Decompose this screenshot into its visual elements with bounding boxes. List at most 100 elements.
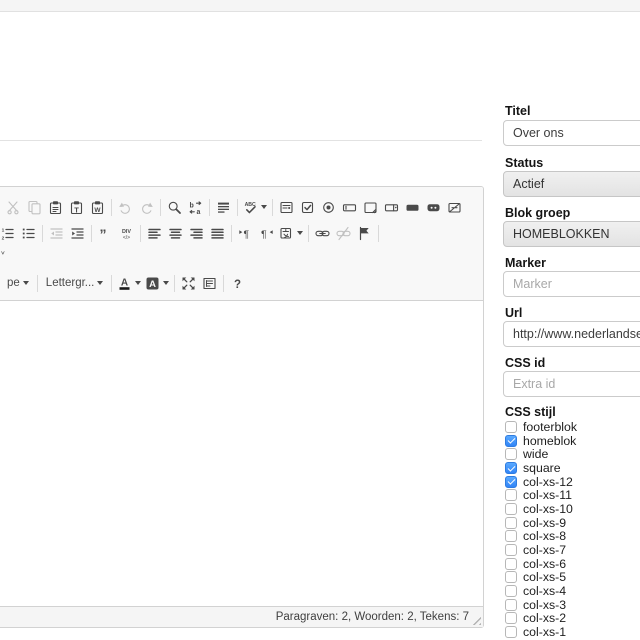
status-select[interactable]: Actief [503,171,640,197]
checkbox-unchecked[interactable] [505,517,517,529]
blok-groep-select[interactable]: HOMEBLOKKEN [503,221,640,247]
resize-handle[interactable] [471,615,481,625]
align-right-button[interactable] [186,222,207,244]
checkbox-unchecked[interactable] [505,571,517,583]
checkbox-checked[interactable] [505,476,517,488]
spellcheck-button[interactable]: ABC [241,196,269,218]
editor-content[interactable] [0,301,483,606]
bidi-ltr-button[interactable]: ¶ [235,222,256,244]
div-container-button[interactable]: DIV</> [116,222,137,244]
chevron-down-icon [23,281,29,285]
css-stijl-option-col-xs-8[interactable]: col-xs-8 [505,530,640,544]
textarea-button[interactable] [360,196,381,218]
toolbar-separator [231,225,232,242]
anchor-button[interactable] [354,222,375,244]
link-icon [315,226,330,241]
align-justify-button[interactable] [207,222,228,244]
css-stijl-option-col-xs-5[interactable]: col-xs-5 [505,571,640,585]
font-combo[interactable]: pe [2,275,34,291]
find-button[interactable] [164,196,185,218]
status-select-value: Actief [513,177,544,191]
text-color-button[interactable]: A [115,272,143,294]
css-stijl-option-col-xs-2[interactable]: col-xs-2 [505,612,640,626]
image-button-icon [426,200,441,215]
url-label: Url [505,306,522,320]
checkbox-unchecked[interactable] [505,585,517,597]
css-stijl-option-col-xs-1[interactable]: col-xs-1 [505,625,640,639]
css-stijl-option-col-xs-6[interactable]: col-xs-6 [505,557,640,571]
css-stijl-option-col-xs-11[interactable]: col-xs-11 [505,488,640,502]
blockquote-button[interactable]: ” [95,222,116,244]
marker-input[interactable] [503,271,640,297]
checkbox-unchecked[interactable] [505,489,517,501]
checkbox-unchecked[interactable] [505,421,517,433]
page: { "editor": { "toolbar": { "rows": [ {"i… [0,0,640,640]
undo-icon [118,200,133,215]
toolbar-separator [111,275,112,292]
paste-text-button[interactable]: T [66,196,87,218]
button-button[interactable] [402,196,423,218]
css-stijl-option-col-xs-12[interactable]: col-xs-12 [505,475,640,489]
align-left-button[interactable] [144,222,165,244]
css-stijl-option-col-xs-7[interactable]: col-xs-7 [505,543,640,557]
checkbox-unchecked[interactable] [505,599,517,611]
css-id-label: CSS id [505,356,545,370]
css-stijl-option-square[interactable]: square [505,461,640,475]
checkbox-unchecked[interactable] [505,544,517,556]
align-center-button[interactable] [165,222,186,244]
panel-divider [0,140,482,141]
checkbox-button[interactable] [297,196,318,218]
paste-button[interactable] [45,196,66,218]
replace-button[interactable]: ba [185,196,206,218]
titel-input[interactable] [503,120,640,146]
url-input[interactable] [503,321,640,347]
css-id-input[interactable] [503,371,640,397]
maximize-button[interactable] [178,272,199,294]
checkbox-unchecked[interactable] [505,626,517,638]
link-button[interactable] [312,222,333,244]
undo-button [115,196,136,218]
select-field-button[interactable] [381,196,402,218]
bidi-ltr-icon: ¶ [238,226,253,241]
css-stijl-option-col-xs-4[interactable]: col-xs-4 [505,584,640,598]
bg-color-button[interactable]: A [143,272,171,294]
checkbox-unchecked[interactable] [505,530,517,542]
checkbox-unchecked[interactable] [505,448,517,460]
text-field-button[interactable] [339,196,360,218]
checkbox-unchecked[interactable] [505,612,517,624]
css-stijl-option-col-xs-9[interactable]: col-xs-9 [505,516,640,530]
checkbox-checked[interactable] [505,435,517,447]
paste-word-button[interactable]: W [87,196,108,218]
checkbox-unchecked[interactable] [505,503,517,515]
toolbar-separator [140,225,141,242]
css-stijl-option-wide[interactable]: wide [505,447,640,461]
paste-word-icon: W [90,200,105,215]
css-stijl-option-homeblok[interactable]: homeblok [505,434,640,448]
indent-button[interactable] [67,222,88,244]
numbered-list-button[interactable]: 12 [0,222,18,244]
radio-button[interactable] [318,196,339,218]
hidden-field-button[interactable] [444,196,465,218]
css-stijl-option-col-xs-3[interactable]: col-xs-3 [505,598,640,612]
show-blocks-button[interactable] [199,272,220,294]
css-stijl-option-footerblok[interactable]: footerblok [505,420,640,434]
checkbox-checked[interactable] [505,462,517,474]
bg-color-icon: A [145,276,160,291]
css-stijl-option-col-xs-10[interactable]: col-xs-10 [505,502,640,516]
image-button-button[interactable] [423,196,444,218]
bulleted-list-button[interactable] [18,222,39,244]
about-button[interactable]: ? [227,272,248,294]
bulleted-list-icon [21,226,36,241]
checkbox-icon [300,200,315,215]
form-button[interactable] [276,196,297,218]
status-label: Status [505,156,543,170]
language-button[interactable] [277,222,305,244]
bidi-rtl-button[interactable]: ¶ [256,222,277,244]
select-all-button[interactable] [213,196,234,218]
select-all-icon [216,200,231,215]
checkbox-unchecked[interactable] [505,558,517,570]
toolbar-separator [209,199,210,216]
toolbar-row-2: 12 ”DIV</> ¶¶ [0,221,382,245]
select-field-icon [384,200,399,215]
font-size-combo[interactable]: Lettergr... [41,275,109,291]
